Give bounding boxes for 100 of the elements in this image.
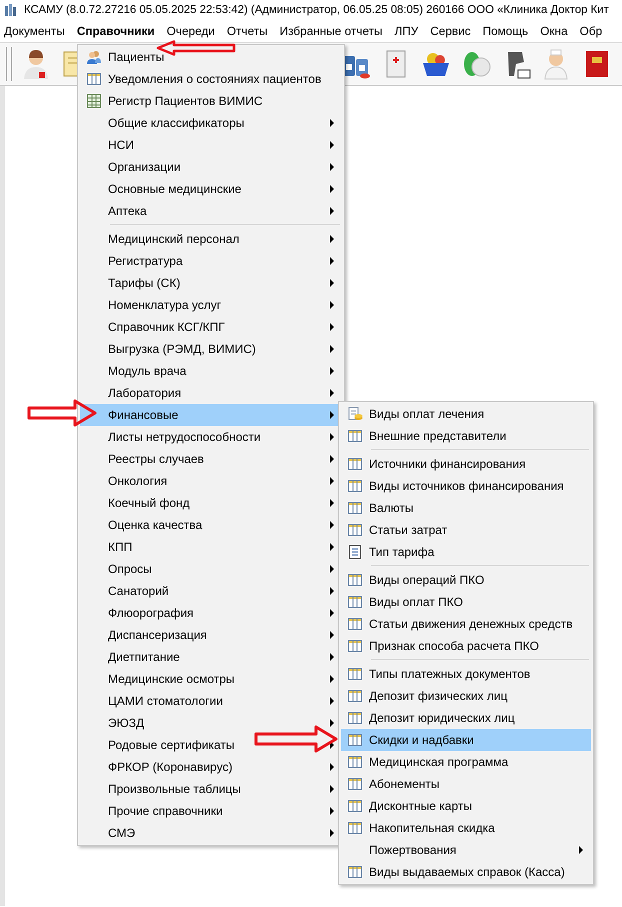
menu-item[interactable]: Регистр Пациентов ВИМИС xyxy=(80,90,342,112)
submenu-arrow-icon xyxy=(330,279,334,287)
annotation-arrow xyxy=(27,399,97,427)
menu-item[interactable]: Пожертвования xyxy=(341,839,591,861)
submenu-arrow-icon xyxy=(330,235,334,243)
menu-item[interactable]: Виды выдаваемых справок (Касса) xyxy=(341,861,591,883)
menu-bar-item[interactable]: Помощь xyxy=(480,24,530,38)
people-icon xyxy=(86,49,102,65)
menu-item[interactable]: Опросы xyxy=(80,558,342,580)
menu-bar-item[interactable]: Справочники xyxy=(74,24,157,38)
menu-item[interactable]: Родовые сертификаты xyxy=(80,734,342,756)
submenu-arrow-icon xyxy=(330,587,334,595)
menu-bar-item[interactable]: Очереди xyxy=(164,24,217,38)
menu-item[interactable]: Пациенты xyxy=(80,46,342,68)
submenu-arrow-icon xyxy=(330,257,334,265)
menu-item[interactable]: Номенклатура услуг xyxy=(80,294,342,316)
menu-item[interactable]: Признак способа расчета ПКО xyxy=(341,635,591,657)
menu-item[interactable]: Виды операций ПКО xyxy=(341,563,591,591)
menu-item[interactable]: Абонементы xyxy=(341,773,591,795)
menu-bar-item[interactable]: Сервис xyxy=(428,24,473,38)
menu-item[interactable]: Медицинские осмотры xyxy=(80,668,342,690)
menu-item[interactable]: Организации xyxy=(80,156,342,178)
menu-item[interactable]: Уведомления о состояниях пациентов xyxy=(80,68,342,90)
menu-item[interactable]: Регистратура xyxy=(80,250,342,272)
submenu-arrow-icon xyxy=(330,345,334,353)
table-icon xyxy=(347,666,363,682)
submenu-arrow-icon xyxy=(330,543,334,551)
menu-item[interactable]: Внешние представители xyxy=(341,425,591,447)
menu-item[interactable]: Флюорография xyxy=(80,602,342,624)
submenu-arrow-icon xyxy=(330,499,334,507)
submenu-arrow-icon xyxy=(330,719,334,727)
menu-bar-item[interactable]: Документы xyxy=(2,24,67,38)
menu-item[interactable]: Справочник КСГ/КПГ xyxy=(80,316,342,338)
submenu-arrow-icon xyxy=(330,119,334,127)
menu-item[interactable]: Тарифы (СК) xyxy=(80,272,342,294)
list-icon xyxy=(347,544,363,560)
menu-item[interactable]: Листы нетрудоспособности xyxy=(80,426,342,448)
menu-bar-item[interactable]: Отчеты xyxy=(224,24,270,38)
menu-item[interactable]: Произвольные таблицы xyxy=(80,778,342,800)
table-icon xyxy=(347,594,363,610)
submenu-arrow-icon xyxy=(330,477,334,485)
table-icon xyxy=(86,71,102,87)
submenu-arrow-icon xyxy=(330,653,334,661)
table-icon xyxy=(347,732,363,748)
menu-item[interactable]: Статьи движения денежных средств xyxy=(341,613,591,635)
menu-item[interactable]: Виды оплат ПКО xyxy=(341,591,591,613)
menu-item[interactable]: Диетпитание xyxy=(80,646,342,668)
menu-bar-item[interactable]: Избранные отчеты xyxy=(278,24,385,38)
menu-item[interactable]: Источники финансирования xyxy=(341,447,591,475)
menu-item[interactable]: Модуль врача xyxy=(80,360,342,382)
table-icon xyxy=(347,428,363,444)
submenu-arrow-icon xyxy=(330,433,334,441)
menu-item[interactable]: Лаборатория xyxy=(80,382,342,404)
menu-bar-item[interactable]: Окна xyxy=(538,24,570,38)
menu-item[interactable]: СМЭ xyxy=(80,822,342,844)
menu-item[interactable]: Реестры случаев xyxy=(80,448,342,470)
toolbar-grip xyxy=(6,47,12,81)
menu-item[interactable]: Общие классификаторы xyxy=(80,112,342,134)
window-title: КСАМУ (8.0.72.27216 05.05.2025 22:53:42) (Администратор, 06.05.25 08:05) 260166 ООО «Клиника Доктор Кит xyxy=(24,4,609,16)
menu-item[interactable]: Выгрузка (РЭМД, ВИМИС) xyxy=(80,338,342,360)
menu-item[interactable]: КПП xyxy=(80,536,342,558)
menu-item[interactable]: Накопительная скидка xyxy=(341,817,591,839)
menu-item[interactable]: Дисконтные карты xyxy=(341,795,591,817)
submenu-arrow-icon xyxy=(330,697,334,705)
submenu-arrow-icon xyxy=(330,763,334,771)
submenu-arrow-icon xyxy=(330,301,334,309)
table-icon xyxy=(347,572,363,588)
menu-item[interactable]: ЭЮЗД xyxy=(80,712,342,734)
menu-item[interactable]: Типы платежных документов xyxy=(341,657,591,685)
menu-bar-item[interactable]: Обр xyxy=(578,24,604,38)
menu-item[interactable]: Онкология xyxy=(80,470,342,492)
menu-item[interactable]: Оценка качества xyxy=(80,514,342,536)
menu-item[interactable]: Валюты xyxy=(341,497,591,519)
table-icon xyxy=(347,456,363,472)
spreadsheet-icon xyxy=(86,93,102,109)
menu-item[interactable]: Депозит физических лиц xyxy=(341,685,591,707)
menu-item[interactable]: Скидки и надбавки xyxy=(341,729,591,751)
menu-item[interactable]: Санаторий xyxy=(80,580,342,602)
menu-item[interactable]: Медицинская программа xyxy=(341,751,591,773)
menu-item[interactable]: Аптека xyxy=(80,200,342,222)
submenu-arrow-icon xyxy=(330,741,334,749)
menu-item[interactable]: Прочие справочники xyxy=(80,800,342,822)
submenu-arrow-icon xyxy=(330,185,334,193)
menu-item[interactable]: Коечный фонд xyxy=(80,492,342,514)
menu-item[interactable]: ЦАМИ стоматологии xyxy=(80,690,342,712)
menu-item[interactable]: Виды источников финансирования xyxy=(341,475,591,497)
menu-item[interactable]: Виды оплат лечения xyxy=(341,403,591,425)
submenu-arrow-icon xyxy=(579,846,583,854)
menu-item[interactable]: ФРКОР (Коронавирус) xyxy=(80,756,342,778)
menu-item[interactable]: Статьи затрат xyxy=(341,519,591,541)
table-icon xyxy=(347,820,363,836)
menu-item[interactable]: Медицинский персонал xyxy=(80,222,342,250)
menu-bar-item[interactable]: ЛПУ xyxy=(392,24,420,38)
menu-item[interactable]: Депозит юридических лиц xyxy=(341,707,591,729)
table-icon xyxy=(347,688,363,704)
menu-item[interactable]: Основные медицинские xyxy=(80,178,342,200)
menu-item[interactable]: Тип тарифа xyxy=(341,541,591,563)
menu-item[interactable]: Диспансеризация xyxy=(80,624,342,646)
table-icon xyxy=(347,638,363,654)
menu-item[interactable]: НСИ xyxy=(80,134,342,156)
